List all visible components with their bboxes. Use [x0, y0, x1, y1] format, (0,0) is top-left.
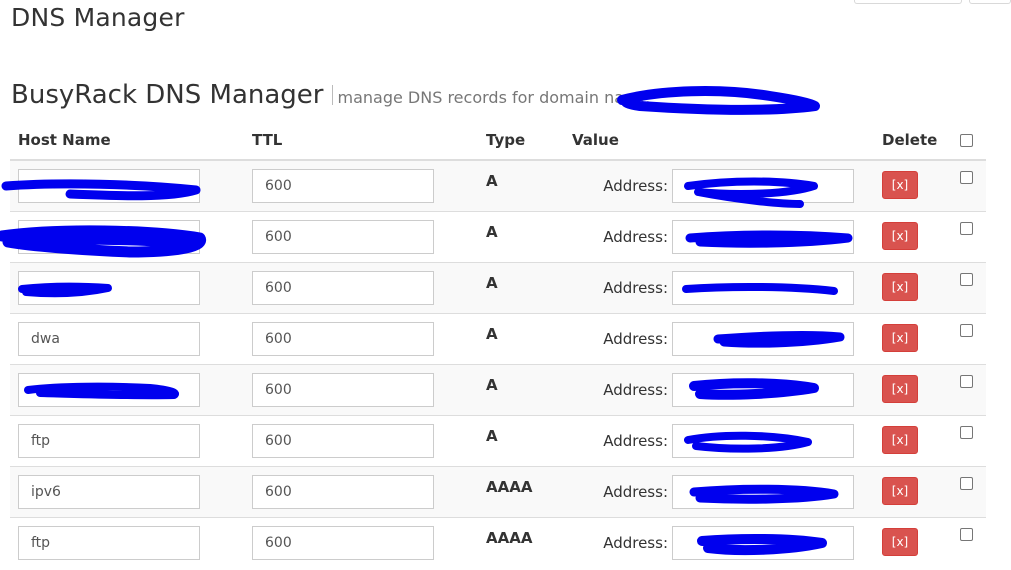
- header-delete: Delete: [874, 121, 952, 161]
- address-input[interactable]: [672, 372, 854, 407]
- dns-manager-page: DNS Manager BusyRack DNS Manager manage D…: [0, 0, 1011, 570]
- row-checkbox[interactable]: [960, 221, 973, 235]
- row-checkbox[interactable]: [960, 476, 973, 490]
- record-type: AAAA: [478, 465, 564, 517]
- value-field: Address:: [572, 525, 866, 560]
- address-label: Address:: [603, 329, 668, 348]
- delete-button[interactable]: [x]: [882, 374, 918, 403]
- host-name-input[interactable]: [18, 219, 200, 254]
- delete-button[interactable]: [x]: [882, 527, 918, 556]
- row-checkbox[interactable]: [960, 425, 973, 439]
- table-row: A Address: [x]: [10, 414, 986, 466]
- table-row: AAAA Address: [x]: [10, 465, 986, 517]
- header-host-name: Host Name: [10, 121, 244, 161]
- title-divider: [331, 85, 333, 105]
- header-ttl: TTL: [244, 121, 478, 161]
- delete-button[interactable]: [x]: [882, 272, 918, 301]
- address-input[interactable]: [672, 321, 854, 356]
- delete-button[interactable]: [x]: [882, 476, 918, 505]
- ttl-input[interactable]: [252, 321, 434, 356]
- table-row: A Address: [x]: [10, 312, 986, 364]
- host-name-input[interactable]: [18, 474, 200, 509]
- address-input[interactable]: [672, 474, 854, 509]
- row-checkbox[interactable]: [960, 171, 973, 184]
- table-row: A Address: [x]: [10, 159, 986, 211]
- section-subtitle: manage DNS records for domain name: [337, 88, 650, 107]
- delete-button[interactable]: [x]: [882, 425, 918, 454]
- address-label: Address:: [603, 380, 668, 399]
- value-field: Address:: [572, 219, 866, 254]
- row-checkbox[interactable]: [960, 374, 973, 388]
- ttl-input[interactable]: [252, 219, 434, 254]
- address-input[interactable]: [672, 423, 854, 458]
- record-type: A: [478, 210, 564, 262]
- host-name-input[interactable]: [18, 321, 200, 356]
- page-title: DNS Manager: [11, 3, 185, 32]
- header-value: Value: [564, 121, 874, 161]
- value-field: Address:: [572, 270, 866, 305]
- select-all-checkbox[interactable]: [960, 134, 973, 147]
- value-field: Address:: [572, 372, 866, 407]
- record-type: A: [478, 312, 564, 364]
- address-label: Address:: [603, 482, 668, 501]
- host-name-input[interactable]: [18, 372, 200, 407]
- row-checkbox[interactable]: [960, 323, 973, 337]
- record-type: A: [478, 363, 564, 415]
- delete-button[interactable]: [x]: [882, 171, 918, 199]
- value-field: Address:: [572, 423, 866, 458]
- record-type: A: [478, 261, 564, 313]
- table-row: AAAA Address: [x]: [10, 516, 986, 568]
- address-label: Address:: [603, 533, 668, 552]
- value-field: Address:: [572, 321, 866, 356]
- table-row: A Address: [x]: [10, 261, 986, 313]
- section-header: BusyRack DNS Manager manage DNS records f…: [11, 80, 649, 110]
- address-input[interactable]: [672, 219, 854, 254]
- delete-button[interactable]: [x]: [882, 323, 918, 352]
- table-header-row: Host Name TTL Type Value Delete: [10, 121, 986, 161]
- host-name-input[interactable]: [18, 423, 200, 458]
- address-label: Address:: [603, 278, 668, 297]
- top-button[interactable]: [854, 0, 962, 4]
- ttl-input[interactable]: [252, 169, 434, 203]
- address-input[interactable]: [672, 270, 854, 305]
- address-input[interactable]: [672, 169, 854, 203]
- ttl-input[interactable]: [252, 525, 434, 560]
- table-row: A Address: [x]: [10, 210, 986, 262]
- address-label: Address:: [603, 431, 668, 450]
- redaction-scribble: [617, 86, 820, 115]
- record-type: A: [478, 159, 564, 211]
- record-type: A: [478, 414, 564, 466]
- address-input[interactable]: [672, 525, 854, 560]
- host-name-input[interactable]: [18, 169, 200, 203]
- ttl-input[interactable]: [252, 423, 434, 458]
- value-field: Address:: [572, 169, 866, 203]
- table-row: A Address: [x]: [10, 363, 986, 415]
- delete-button[interactable]: [x]: [882, 221, 918, 250]
- header-type: Type: [478, 121, 564, 161]
- top-button[interactable]: [969, 0, 1011, 4]
- ttl-input[interactable]: [252, 372, 434, 407]
- dns-records-table: Host Name TTL Type Value Delete A Address…: [10, 121, 986, 568]
- ttl-input[interactable]: [252, 474, 434, 509]
- record-type: AAAA: [478, 516, 564, 568]
- address-label: Address:: [603, 227, 668, 246]
- host-name-input[interactable]: [18, 270, 200, 305]
- value-field: Address:: [572, 474, 866, 509]
- section-title: BusyRack DNS Manager: [11, 80, 324, 110]
- row-checkbox[interactable]: [960, 527, 973, 541]
- address-label: Address:: [603, 177, 668, 195]
- row-checkbox[interactable]: [960, 272, 973, 286]
- ttl-input[interactable]: [252, 270, 434, 305]
- host-name-input[interactable]: [18, 525, 200, 560]
